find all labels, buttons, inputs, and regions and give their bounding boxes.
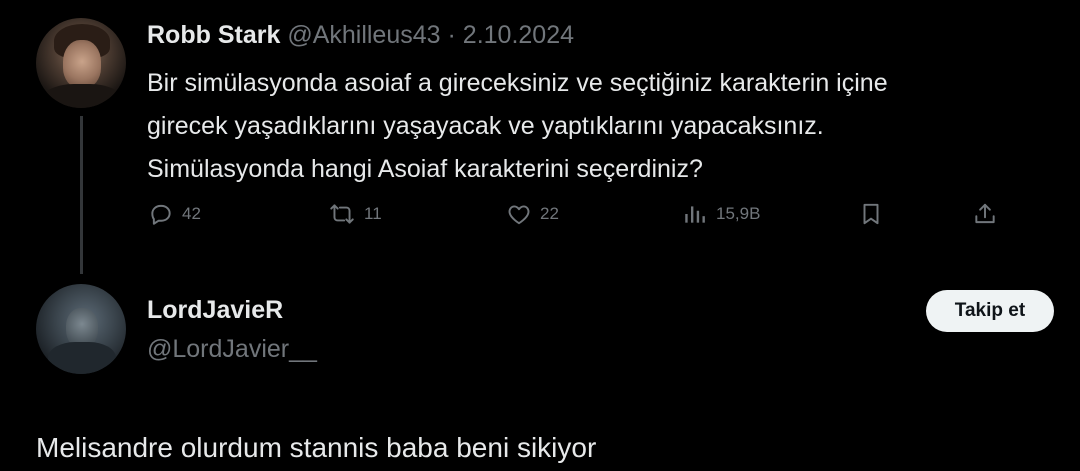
parent-date[interactable]: 2.10.2024 [463,21,574,49]
bookmark-action-button[interactable] [858,199,884,229]
bookmark-icon [858,201,884,227]
follow-button[interactable]: Takip et [926,290,1054,332]
like-count: 22 [540,204,559,223]
views-action-button[interactable]: 15,9B [682,199,760,229]
reply-display-name[interactable]: LordJavieR [147,295,283,325]
reply-tweet-text: Melisandre olurdum stannis baba beni sik… [36,432,597,463]
parent-display-name[interactable]: Robb Stark [147,21,280,49]
like-action-button[interactable]: 22 [506,199,559,229]
parent-text-line: girecek yaşadıklarını yaşayacak ve yaptı… [147,112,824,140]
parent-tweet-header: Robb Stark @Akhilleus43 · 2.10.2024 [147,20,574,50]
repost-action-button[interactable]: 11 [328,199,382,229]
parent-text-line: Bir simülasyonda asoiaf a gireceksiniz v… [147,69,888,97]
avatar-robb-stark[interactable] [36,18,126,108]
avatar-face [63,40,101,88]
parent-tweet-text: Bir simülasyonda asoiaf a gireceksiniz v… [147,62,1057,191]
thread-connector-line [80,116,83,274]
share-action-button[interactable] [972,199,998,229]
views-icon [682,201,708,227]
reply-handle[interactable]: @LordJavier__ [147,334,317,364]
share-icon [972,201,998,227]
avatar-lordjavier[interactable] [36,284,126,374]
header-separator: · [447,21,456,49]
parent-handle[interactable]: @Akhilleus43 [287,21,440,49]
repost-icon [328,201,356,227]
reply-action-button[interactable]: 42 [148,199,201,229]
views-count: 15,9B [716,204,761,223]
avatar-cloak [48,342,116,374]
repost-count: 11 [364,204,382,223]
reply-icon [148,201,174,227]
heart-icon [506,201,532,227]
parent-text-line: Simülasyonda hangi Asoiaf karakterini se… [147,155,703,183]
reply-count: 42 [182,204,201,223]
avatar-coat [42,84,122,108]
